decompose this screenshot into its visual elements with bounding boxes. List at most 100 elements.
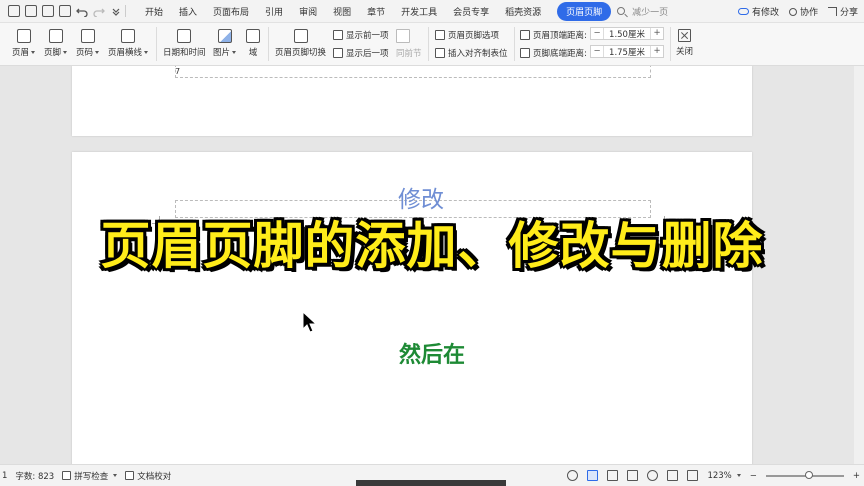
decrement-button[interactable]: − [591,46,604,57]
caret-down-icon [736,474,741,477]
quick-access-toolbar [0,5,122,17]
footer-area-frame[interactable] [175,66,651,78]
window-actions: 有修改 协作 分享 [737,0,858,23]
picture-button[interactable]: 图片 [213,29,237,58]
zoom-slider[interactable] [765,470,844,479]
sync-status-button[interactable]: 有修改 [737,5,779,18]
show-next-label: 显示后一项 [346,49,389,59]
menu-bar: 开始 插入 页面布局 引用 审阅 视图 章节 开发工具 会员专享 稻壳资源 页眉… [0,0,864,23]
tab-membership[interactable]: 会员专享 [445,5,497,18]
ribbon-divider [428,27,429,61]
page-indicator-fragment: 1 [2,470,8,481]
tab-docer-resources[interactable]: 稻壳资源 [497,5,549,18]
caret-down-icon [95,51,100,54]
zoom-level-value: 123% [707,470,732,481]
zoom-slider-handle[interactable] [804,470,813,479]
increment-button[interactable]: + [650,28,663,39]
spell-check-label: 拼写检查 [74,471,109,482]
zoom-out-button[interactable]: − [750,471,757,481]
footer-button[interactable]: 页脚 [44,29,68,58]
caret-down-icon [113,474,118,477]
decrement-button[interactable]: − [591,28,604,39]
show-previous-label: 显示前一项 [346,31,389,41]
web-view-icon[interactable] [647,470,659,481]
undo-icon[interactable] [76,5,88,17]
zoom-level-dropdown[interactable]: 123% [707,470,741,481]
date-time-button[interactable]: 日期和时间 [163,29,206,58]
footer-icon [48,29,63,43]
page-number-text[interactable]: 7 [175,67,180,76]
increment-button[interactable]: + [650,46,663,57]
switch-icon [293,29,308,43]
document-proofread-button[interactable]: 文档校对 [125,470,171,482]
page-number-button[interactable]: 页码 [76,29,100,58]
tab-header-footer[interactable]: 页眉页脚 [557,1,612,21]
header-footer-ribbon: 页眉 页脚 页码 页眉横线 日期和时间 图片 域 页眉页脚切换 显示前一项 显示… [0,23,864,66]
document-page-previous[interactable]: 7 [72,66,752,136]
spell-check-toggle[interactable]: 拼写检查 [62,470,118,482]
footer-bottom-distance-stepper[interactable]: − 1.75厘米 + [590,45,664,58]
spell-check-checkbox-icon [62,471,72,480]
show-previous-button[interactable]: 显示前一项 [333,29,389,41]
tab-review[interactable]: 审阅 [291,5,325,18]
tab-home[interactable]: 开始 [137,5,171,18]
align-tab-icon [435,48,445,58]
same-as-previous-label: 同前节 [396,49,422,59]
insert-alignment-tab-button[interactable]: 插入对齐制表位 [435,47,508,59]
pen-mode-icon[interactable] [667,470,679,481]
switch-header-footer-button[interactable]: 页眉页脚切换 [275,29,326,58]
eye-protection-icon[interactable] [567,470,579,481]
tab-developer[interactable]: 开发工具 [393,5,445,18]
tab-page-layout[interactable]: 页面布局 [205,5,257,18]
footer-bottom-distance-value[interactable]: 1.75厘米 [604,46,650,58]
header-top-distance-stepper[interactable]: − 1.50厘米 + [590,27,664,40]
outline-view-icon[interactable] [607,470,619,481]
page-view-icon[interactable] [587,470,599,481]
file-icon[interactable] [8,5,20,17]
field-button[interactable]: 域 [246,29,260,58]
person-icon [788,7,797,16]
header-footer-options-button[interactable]: 页眉页脚选项 [435,29,499,41]
reading-view-icon[interactable] [627,470,639,481]
ribbon-divider [268,27,269,61]
sync-status-label: 有修改 [751,8,779,18]
tab-references[interactable]: 引用 [257,5,291,18]
footer-button-label: 页脚 [44,48,62,58]
header-footer-options-label: 页眉页脚选项 [448,31,500,41]
ribbon-tabs: 开始 插入 页面布局 引用 审阅 视图 章节 开发工具 会员专享 稻壳资源 页眉… [137,1,612,21]
print-icon[interactable] [42,5,54,17]
print-preview-icon[interactable] [59,5,71,17]
menu-divider [125,5,126,17]
field-button-label: 域 [248,48,258,58]
taskbar-fragment [356,480,506,486]
tab-insert[interactable]: 插入 [171,5,205,18]
share-button[interactable]: 分享 [827,5,858,18]
collaborate-button[interactable]: 协作 [788,5,818,18]
search-placeholder: 减少一页 [632,7,669,18]
same-as-previous-button[interactable] [396,29,410,43]
cloud-icon [737,8,749,15]
word-count[interactable]: 字数: 823 [15,470,54,482]
tab-sections[interactable]: 章节 [359,5,393,18]
close-button-label: 关闭 [676,47,694,57]
header-button[interactable]: 页眉 [12,29,36,58]
redo-icon[interactable] [93,5,105,17]
video-subtitle: 然后在 [398,343,465,368]
show-next-button[interactable]: 显示后一项 [333,47,389,59]
close-header-footer-button[interactable]: 关闭 [676,29,693,57]
header-line-button[interactable]: 页眉横线 [108,29,149,58]
options-icon [435,30,445,40]
fit-page-icon[interactable] [687,470,699,481]
date-time-button-label: 日期和时间 [163,48,206,58]
same-as-previous-label-wrap: 同前节 [396,47,422,59]
video-title-overlay: 页眉页脚的添加、修改与删除 [100,217,764,275]
save-icon[interactable] [25,5,37,17]
zoom-in-button[interactable]: + [853,471,860,481]
chevron-down-icon[interactable] [110,5,122,17]
header-line-icon [121,29,135,43]
header-top-distance-value[interactable]: 1.50厘米 [604,28,650,40]
header-icon [16,29,31,43]
switch-header-footer-label: 页眉页脚切换 [275,48,327,58]
command-search[interactable]: 减少一页 [617,5,668,18]
tab-view[interactable]: 视图 [325,5,359,18]
